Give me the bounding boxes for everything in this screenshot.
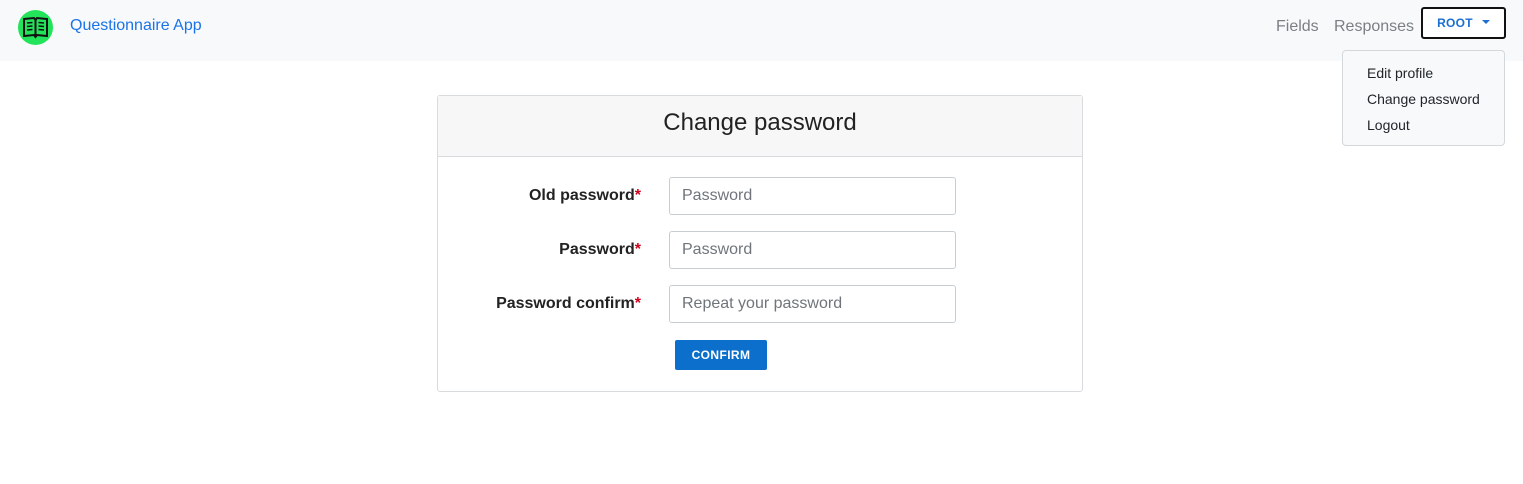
required-asterisk: *: [634, 241, 641, 258]
confirm-button[interactable]: CONFIRM: [675, 340, 767, 370]
old-password-label: Old password*: [528, 187, 641, 204]
new-password-input[interactable]: [669, 231, 956, 269]
brand-link[interactable]: Questionnaire App: [70, 17, 202, 35]
menu-item-change-password[interactable]: Change password: [1367, 91, 1480, 107]
caret-down-icon: [1481, 20, 1490, 24]
nav-link-responses[interactable]: Responses: [1334, 18, 1414, 36]
password-confirm-input[interactable]: [669, 285, 956, 323]
password-confirm-label: Password confirm*: [496, 295, 641, 312]
user-dropdown-menu: Edit profile Change password Logout: [1342, 50, 1505, 146]
nav-link-fields[interactable]: Fields: [1276, 18, 1319, 36]
password-label: Password*: [559, 241, 641, 258]
required-asterisk: *: [634, 295, 641, 312]
card-header: Change password: [438, 96, 1082, 157]
open-book-icon[interactable]: [18, 10, 53, 45]
user-menu-button[interactable]: ROOT: [1421, 7, 1506, 39]
user-menu-label: ROOT: [1437, 16, 1473, 30]
top-navbar: Questionnaire App Fields Responses ROOT: [0, 0, 1523, 61]
menu-item-edit-profile[interactable]: Edit profile: [1367, 65, 1433, 81]
page-title: Change password: [663, 109, 857, 136]
change-password-card: Change password Old password* Password* …: [437, 95, 1083, 392]
required-asterisk: *: [634, 187, 641, 204]
old-password-input[interactable]: [669, 177, 956, 215]
menu-item-logout[interactable]: Logout: [1367, 117, 1410, 133]
